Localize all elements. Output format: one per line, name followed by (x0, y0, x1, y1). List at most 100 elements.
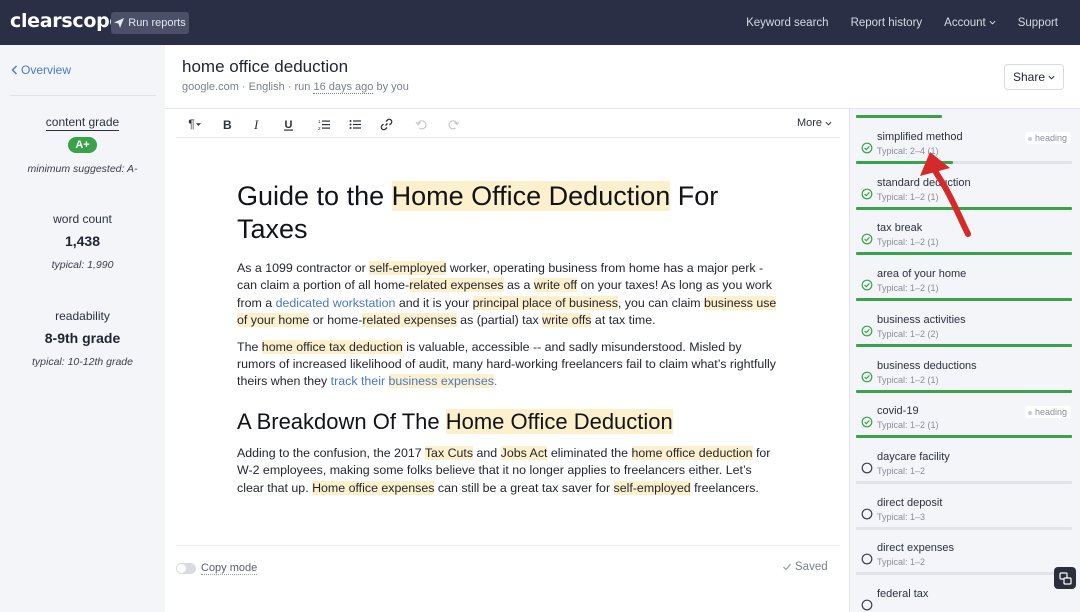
redo-button[interactable] (445, 115, 461, 133)
check-circle-icon (861, 325, 873, 337)
term-name: direct expenses (877, 542, 955, 555)
p2-link[interactable]: track their (331, 374, 389, 388)
term-item[interactable]: simplified method Typical: 2–4 (1) heading (850, 131, 1080, 177)
terms-panel: simplified method Typical: 2–4 (1) heading… (849, 109, 1080, 612)
clearscope-logo[interactable]: clearscope (10, 10, 122, 32)
term-progress-bar (856, 206, 1072, 210)
p1-text: As a 1099 contractor or (237, 261, 370, 275)
bullet-list-button[interactable] (347, 115, 363, 133)
p1-term: write off (533, 278, 578, 293)
empty-circle-icon (861, 508, 873, 519)
term-progress-track (856, 572, 1072, 576)
content-grade-badge: A+ (68, 137, 97, 153)
term-item[interactable]: area of your home Typical: 1–2 (1) (850, 268, 1080, 314)
p3-text: eliminated the (547, 445, 632, 460)
nav-report-history[interactable]: Report history (851, 17, 923, 29)
p1-term: related expenses (409, 278, 504, 293)
term-item[interactable]: direct deposit Typical: 1–3 (850, 497, 1080, 543)
term-typical: Typical: 1–2 (1) (877, 374, 939, 385)
term-item[interactable]: covid-19 Typical: 1–2 (1) heading (850, 405, 1080, 451)
term-name: daycare facility (877, 450, 950, 463)
heading-tag: heading (1024, 406, 1071, 419)
nav-account[interactable]: Account (944, 17, 996, 29)
term-name: area of your home (877, 268, 967, 281)
h2-highlighted-term: Home Office Deduction (445, 408, 673, 434)
term-item[interactable]: federal tax (850, 588, 1080, 612)
link-button[interactable] (378, 115, 394, 133)
italic-button[interactable]: I (248, 115, 264, 133)
term-item[interactable]: tax break Typical: 1–2 (1) (850, 222, 1080, 268)
p1-link[interactable]: dedicated workstation (276, 296, 396, 310)
content-grade-label[interactable]: content grade (0, 115, 165, 131)
editor-content[interactable]: Guide to the Home Office Deduction For T… (237, 180, 777, 506)
term-name: covid-19 (877, 405, 919, 418)
p1-term: principal place of business (472, 295, 618, 310)
saved-status: Saved (782, 561, 828, 573)
overview-link[interactable]: Overview (11, 63, 71, 77)
svg-text:B: B (223, 118, 232, 131)
underline-button[interactable]: U (280, 115, 296, 133)
editor-toolbar: ¶ B I U 12 More (176, 110, 840, 138)
term-typical: Typical: 1–2 (877, 465, 926, 476)
report-meta-suffix: by you (373, 81, 409, 93)
term-typical: Typical: 1–2 (1) (877, 283, 939, 294)
empty-circle-icon (861, 553, 873, 565)
paragraph-2: The home office tax deduction is valuabl… (237, 339, 777, 391)
h1-text: Guide to the (237, 181, 392, 211)
link-icon (380, 118, 392, 130)
word-count-typical: typical: 1,990 (51, 259, 114, 271)
p1-text: as (partial) tax (456, 313, 543, 328)
term-item[interactable]: business deductions Typical: 1–2 (1) (850, 360, 1080, 406)
share-button[interactable]: Share (1004, 64, 1064, 90)
term-item[interactable]: direct expenses Typical: 1–2 (850, 542, 1080, 588)
caret-down-icon (195, 122, 201, 126)
readability-typical: typical: 10-12th grade (32, 356, 133, 368)
paragraph-style-button[interactable]: ¶ (184, 115, 206, 133)
run-reports-button[interactable]: Run reports (111, 12, 189, 34)
p3-term: self-employed (613, 480, 691, 495)
chat-widget-button[interactable] (1054, 567, 1076, 589)
ordered-list-button[interactable]: 12 (316, 115, 332, 133)
p1-text: as a (503, 278, 534, 293)
term-name: tax break (877, 222, 923, 235)
p1-term: self-employed (369, 261, 447, 275)
word-count-value: 1,438 (64, 233, 101, 249)
word-count-label: word count (53, 212, 112, 226)
p2-link-term[interactable]: business expenses (388, 374, 494, 389)
p3-term: home office deduction (631, 445, 753, 460)
bold-button[interactable]: B (218, 115, 234, 133)
h2-text: A Breakdown Of The (237, 408, 446, 434)
paragraph-1: As a 1099 contractor or self-employed wo… (237, 260, 777, 330)
term-progress-bar (856, 252, 1072, 256)
p2-link-end[interactable]: . (494, 374, 497, 388)
term-progress-bar (856, 343, 1072, 347)
p2-term: home office tax deduction (261, 339, 403, 354)
term-item[interactable]: business activities Typical: 1–2 (2) (850, 314, 1080, 360)
term-name: business deductions (877, 359, 977, 372)
term-item[interactable]: standard deduction Typical: 1–2 (1) (850, 177, 1080, 223)
bullet-list-icon (349, 119, 361, 129)
copy-mode-toggle[interactable] (176, 563, 196, 574)
p3-text: Adding to the confusion, the 2017 (237, 445, 425, 460)
svg-text:I: I (253, 118, 259, 131)
redo-icon (448, 119, 459, 129)
p1-term: write offs (542, 313, 592, 328)
term-name: direct deposit (877, 496, 943, 509)
nav-support[interactable]: Support (1018, 17, 1058, 29)
undo-button[interactable] (413, 115, 429, 133)
copy-mode-label[interactable]: Copy mode (201, 562, 258, 575)
nav-keyword-search[interactable]: Keyword search (746, 17, 828, 29)
report-title: home office deduction (182, 57, 349, 76)
chevron-left-icon (11, 65, 17, 75)
article-heading-2: A Breakdown Of The Home Office Deduction (237, 408, 777, 436)
check-circle-icon (861, 416, 873, 428)
previous-term-bar (856, 115, 942, 118)
chevron-down-icon (989, 20, 996, 25)
minimum-suggested-text: minimum suggested: A- (27, 163, 138, 175)
more-menu-button[interactable]: More (797, 117, 832, 129)
check-circle-icon (861, 188, 873, 200)
heading-tag: heading (1024, 132, 1071, 144)
term-progress-track (856, 526, 1072, 530)
report-meta: google.com · English · run 16 days ago b… (182, 81, 409, 94)
term-item[interactable]: daycare facility Typical: 1–2 (850, 451, 1080, 497)
